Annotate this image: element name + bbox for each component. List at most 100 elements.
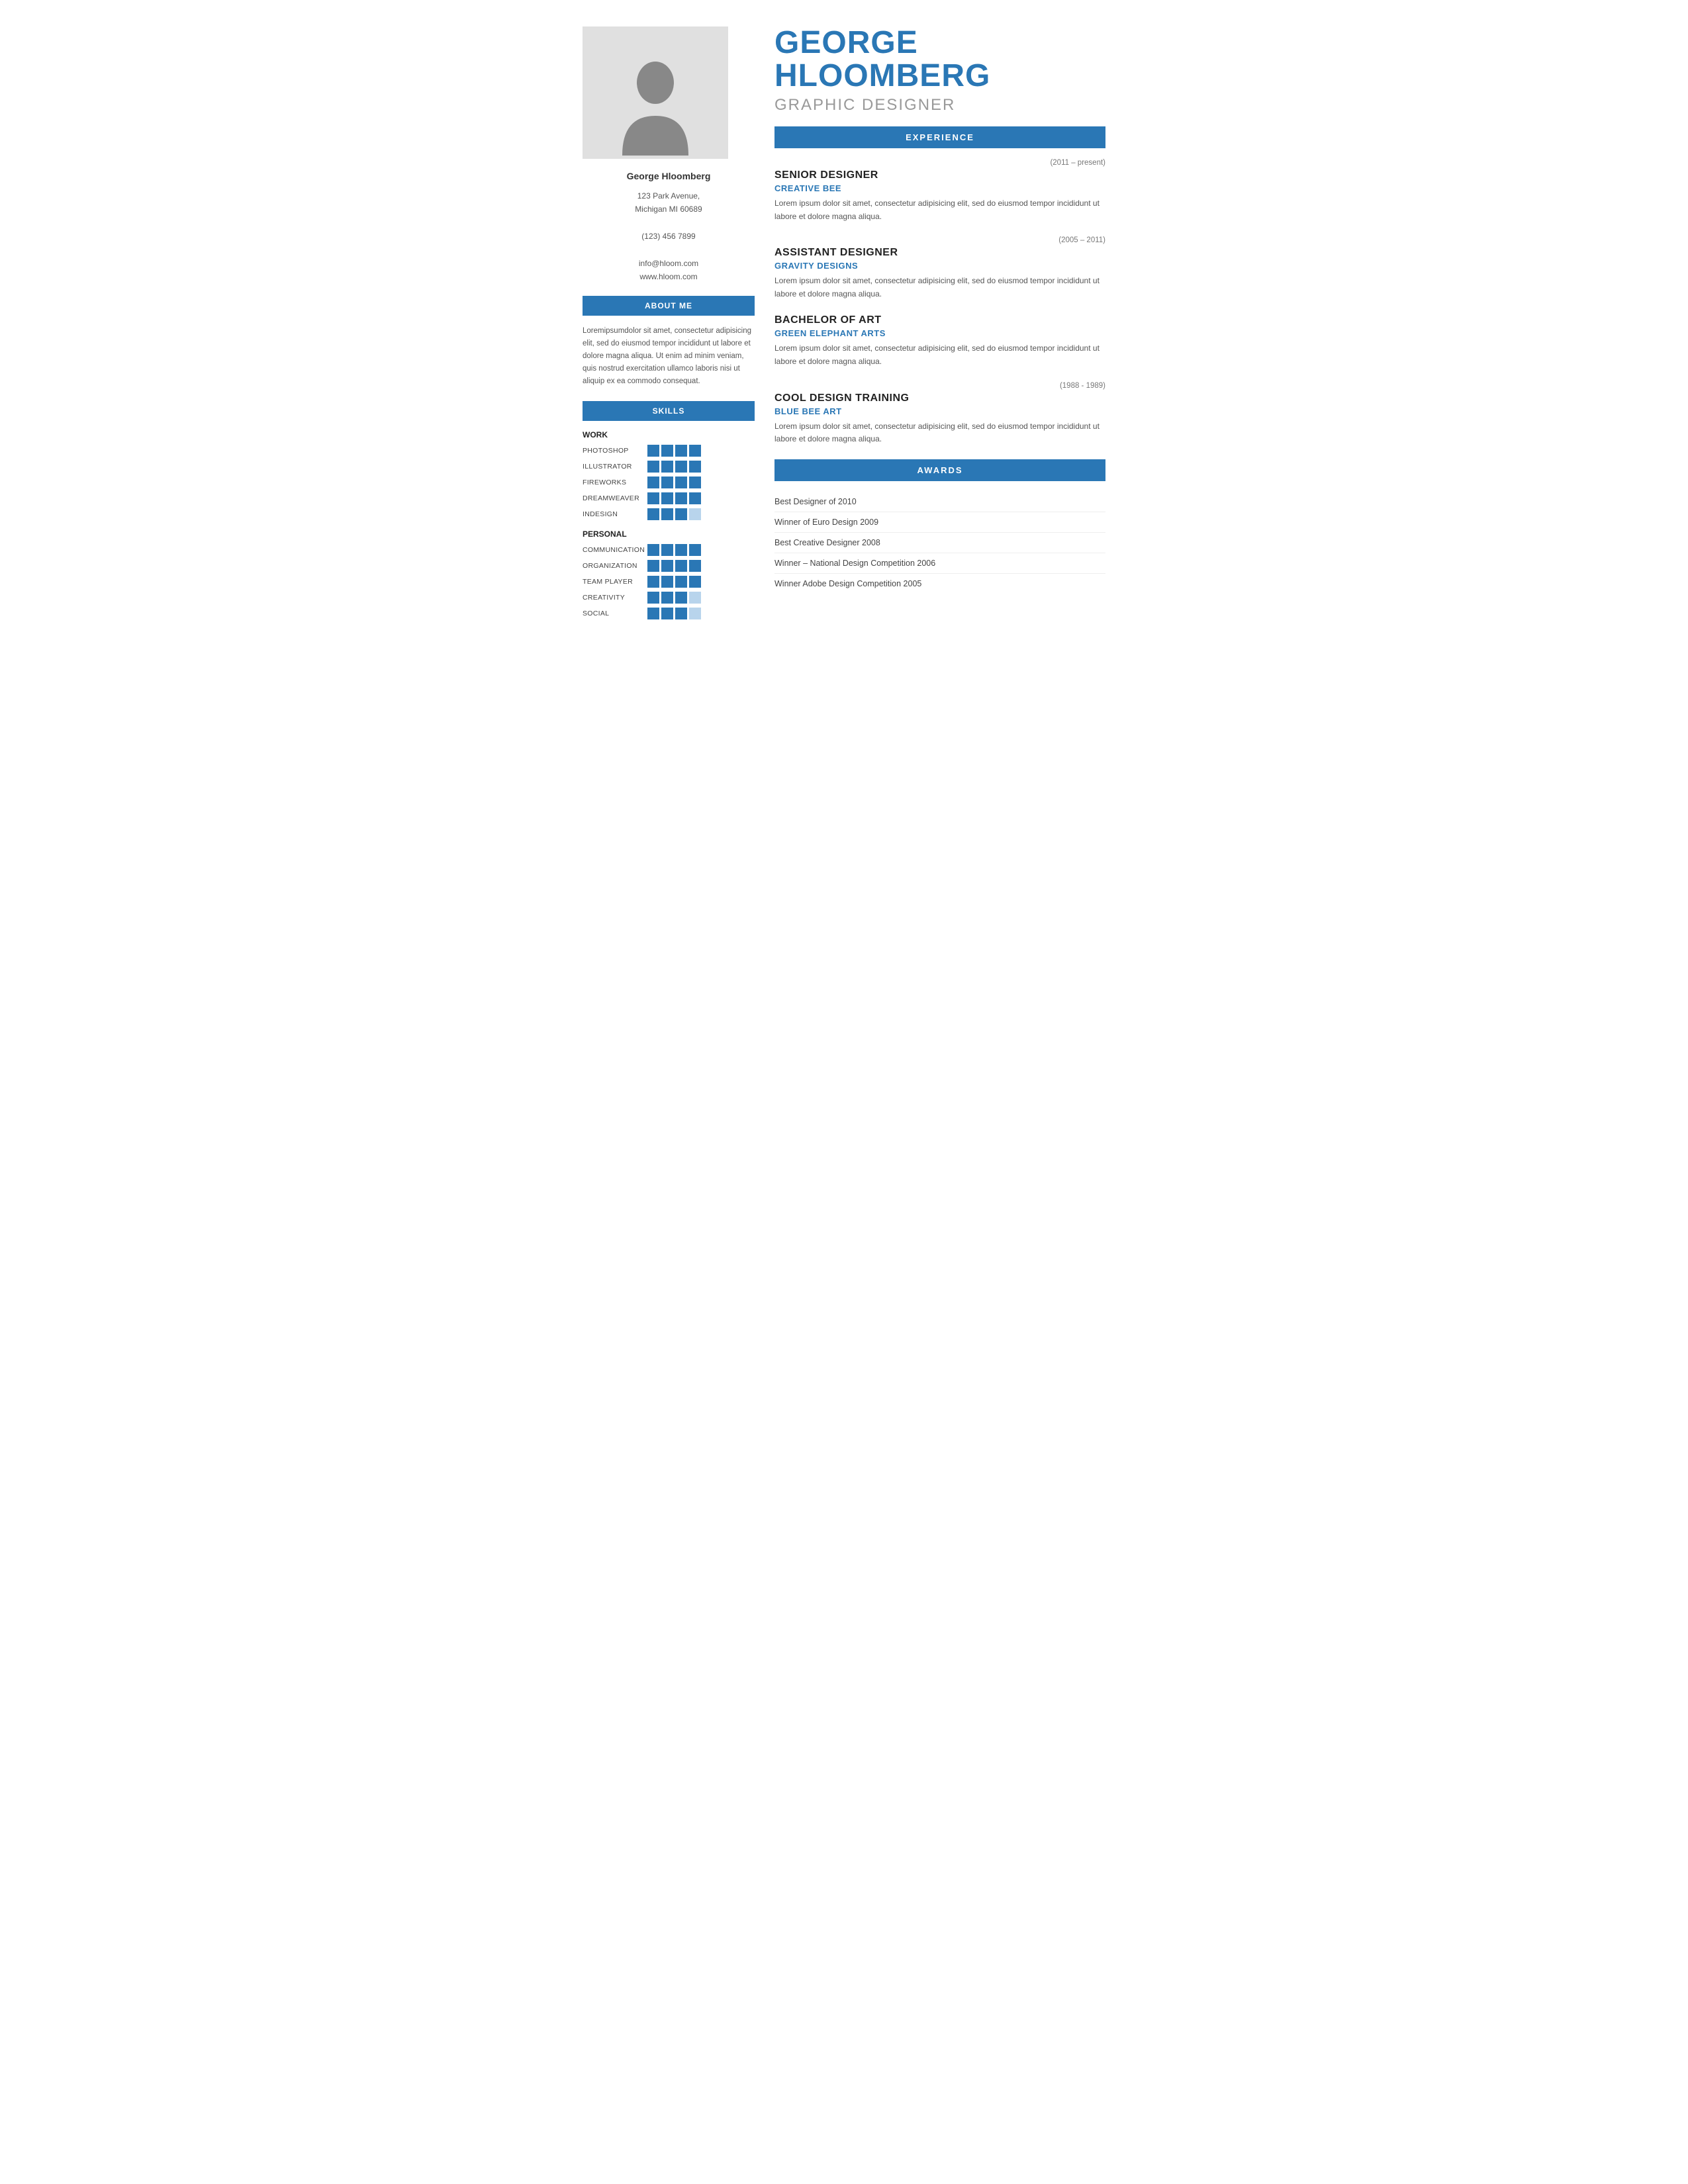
exp-desc-2: Lorem ipsum dolor sit amet, consectetur … [774,275,1105,301]
contact-info: 123 Park Avenue, Michigan MI 60689 (123)… [583,189,755,284]
skill-bars-creativity [647,592,701,604]
work-skills-section: WORK PHOTOSHOP ILLUSTRATOR [583,430,755,520]
bar [689,560,701,572]
work-label: WORK [583,430,755,439]
experience-item-2: (2005 – 2011) ASSISTANT DESIGNER GRAVITY… [774,236,1105,301]
first-name: GEORGE [774,26,1105,60]
bar [647,445,659,457]
skill-label-creativity: CREATIVITY [583,594,642,602]
bar [647,461,659,473]
email: info@hloom.com [583,257,755,270]
bar [661,492,673,504]
skill-bars-dreamweaver [647,492,701,504]
exp-date-1: (2011 – present) [774,159,1105,167]
resume-container: George Hloomberg 123 Park Avenue, Michig… [583,26,1105,626]
exp-desc-3: Lorem ipsum dolor sit amet, consectetur … [774,342,1105,369]
skill-organization: ORGANIZATION [583,560,755,572]
bar [647,592,659,604]
bar [689,544,701,556]
exp-company-1: CREATIVE BEE [774,183,1105,193]
exp-desc-4: Lorem ipsum dolor sit amet, consectetur … [774,420,1105,447]
exp-company-3: GREEN ELEPHANT ARTS [774,328,1105,338]
award-item-4: Winner – National Design Competition 200… [774,553,1105,574]
bar [661,508,673,520]
skill-bars-fireworks [647,477,701,488]
skills-header: SKILLS [583,401,755,421]
bar [661,576,673,588]
bar [661,461,673,473]
bar [675,544,687,556]
bar [647,492,659,504]
bar [689,576,701,588]
skill-label-fireworks: FIREWORKS [583,478,642,486]
bar [661,560,673,572]
bar [647,576,659,588]
award-item-5: Winner Adobe Design Competition 2005 [774,574,1105,594]
address-line2: Michigan MI 60689 [583,203,755,216]
skill-bars-illustrator [647,461,701,473]
profile-photo [583,26,728,159]
bar [675,492,687,504]
awards-header: AWARDS [774,459,1105,481]
bar [675,477,687,488]
bar [675,445,687,457]
skill-indesign: INDESIGN [583,508,755,520]
award-item-3: Best Creative Designer 2008 [774,533,1105,553]
bar [675,508,687,520]
bar [675,592,687,604]
bar [689,608,701,619]
skill-bars-organization [647,560,701,572]
right-column: GEORGE HLOOMBERG GRAPHIC DESIGNER EXPERI… [774,26,1105,626]
bar [647,608,659,619]
skill-label-illustrator: ILLUSTRATOR [583,463,642,471]
experience-item-1: (2011 – present) SENIOR DESIGNER CREATIV… [774,159,1105,224]
bar [689,508,701,520]
award-item-1: Best Designer of 2010 [774,492,1105,512]
skill-label-dreamweaver: DREAMWEAVER [583,494,642,502]
skill-bars-social [647,608,701,619]
exp-company-2: GRAVITY DESIGNS [774,261,1105,271]
skill-label-organization: ORGANIZATION [583,562,642,570]
bar [661,608,673,619]
silhouette-icon [616,53,695,159]
skill-dreamweaver: DREAMWEAVER [583,492,755,504]
skill-label-team-player: TEAM PLAYER [583,578,642,586]
skill-illustrator: ILLUSTRATOR [583,461,755,473]
bar [661,477,673,488]
exp-company-4: BLUE BEE ART [774,406,1105,416]
bar [661,544,673,556]
exp-job-title-3: BACHELOR OF ART [774,314,1105,326]
experience-item-4: (1988 - 1989) COOL DESIGN TRAINING BLUE … [774,382,1105,447]
phone: (123) 456 7899 [583,230,755,243]
contact-name: George Hloomberg [583,171,755,181]
exp-date-2: (2005 – 2011) [774,236,1105,244]
skill-communication: COMMUNICATION [583,544,755,556]
bar [675,576,687,588]
address-line1: 123 Park Avenue, [583,189,755,203]
bar [647,560,659,572]
name-title-block: GEORGE HLOOMBERG GRAPHIC DESIGNER [774,26,1105,114]
skill-social: SOCIAL [583,608,755,619]
bar [647,508,659,520]
experience-header: EXPERIENCE [774,126,1105,148]
experience-item-3: BACHELOR OF ART GREEN ELEPHANT ARTS Lore… [774,314,1105,369]
bar [689,492,701,504]
bar [675,560,687,572]
bar [689,445,701,457]
skill-bars-communication [647,544,701,556]
bar [675,608,687,619]
bar [647,477,659,488]
skill-photoshop: PHOTOSHOP [583,445,755,457]
left-column: George Hloomberg 123 Park Avenue, Michig… [583,26,755,626]
about-me-text: Loremipsumdolor sit amet, consectetur ad… [583,325,755,388]
job-title: GRAPHIC DESIGNER [774,96,1105,114]
skill-team-player: TEAM PLAYER [583,576,755,588]
skill-label-indesign: INDESIGN [583,510,642,518]
about-me-header: ABOUT ME [583,296,755,316]
bar [661,592,673,604]
skill-label-social: SOCIAL [583,610,642,617]
bar [689,477,701,488]
exp-date-4: (1988 - 1989) [774,382,1105,390]
exp-job-title-1: SENIOR DESIGNER [774,169,1105,181]
bar [689,461,701,473]
